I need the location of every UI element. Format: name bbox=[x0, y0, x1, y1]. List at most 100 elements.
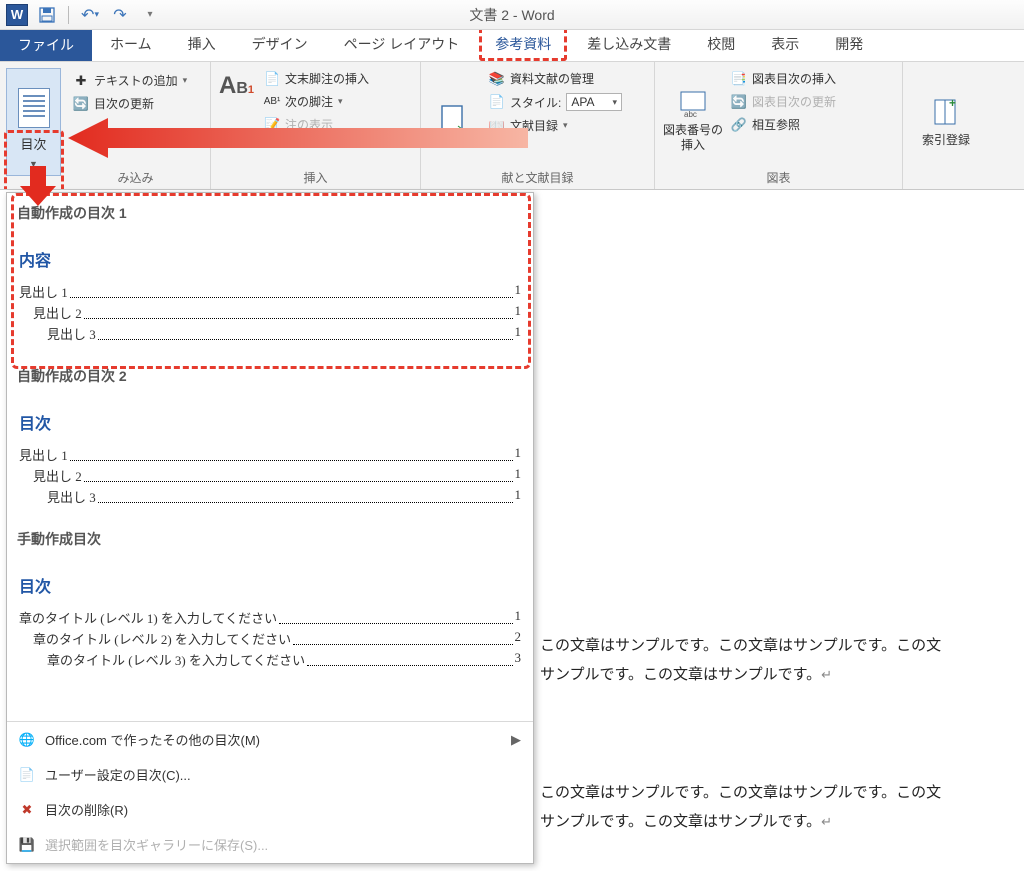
tab-mailmerge[interactable]: 差し込み文書 bbox=[569, 27, 689, 61]
insert-footnote-icon: AB1 bbox=[219, 72, 254, 100]
toc-category-manual: 手動作成目次 bbox=[17, 525, 523, 559]
update-tof-button: 🔄 図表目次の更新 bbox=[727, 91, 840, 112]
menu-save-gallery: 💾 選択範囲を目次ギャラリーに保存(S)... bbox=[7, 827, 533, 862]
toc-auto1-title: 内容 bbox=[19, 237, 521, 281]
remove-icon: ✖ bbox=[19, 802, 35, 818]
insert-caption-label: 図表番号の 挿入 bbox=[663, 123, 723, 152]
undo-button[interactable]: ↶▾ bbox=[79, 4, 101, 26]
toc-manual-title: 目次 bbox=[19, 563, 521, 607]
title-bar: W ↶▾ ↷ ▾ 文書 2 - Word bbox=[0, 0, 1024, 30]
citation-style-select[interactable]: APA ▾ bbox=[566, 93, 622, 111]
add-text-button[interactable]: ✚ テキストの追加 ▾ bbox=[69, 70, 191, 91]
toc-button[interactable]: 目次 ▼ bbox=[6, 68, 61, 176]
chevron-down-icon: ▼ bbox=[29, 159, 38, 169]
document-canvas[interactable]: この文章はサンプルです。この文章はサンプルです。この文 サンプルです。この文章は… bbox=[536, 200, 1024, 871]
manage-sources-icon: 📚 bbox=[489, 71, 505, 87]
word-app-icon: W bbox=[6, 4, 28, 26]
insert-caption-button[interactable]: abc 図表番号の 挿入 bbox=[663, 66, 723, 167]
ribbon: 目次 ▼ ✚ テキストの追加 ▾ 🔄 目次の更新 み込み AB1 bbox=[0, 62, 1024, 190]
toc-line: 見出し 31 bbox=[19, 486, 521, 507]
document-icon: 📄 bbox=[19, 767, 35, 783]
toc-option-auto1[interactable]: 内容 見出し 11見出し 21見出し 31 bbox=[17, 233, 523, 362]
toc-category-auto2: 自動作成の目次 2 bbox=[17, 362, 523, 396]
toc-line: 章のタイトル (レベル 3) を入力してください3 bbox=[19, 649, 521, 670]
quick-access-toolbar: W ↶▾ ↷ ▾ bbox=[0, 4, 161, 26]
toc-line: 見出し 31 bbox=[19, 323, 521, 344]
mark-index-label: 索引登録 bbox=[922, 131, 970, 148]
toc-gallery-panel: 自動作成の目次 1 内容 見出し 11見出し 21見出し 31 自動作成の目次 … bbox=[6, 192, 534, 864]
toc-line: 見出し 11 bbox=[19, 444, 521, 465]
insert-tof-icon: 📑 bbox=[731, 71, 747, 87]
bibliography-icon: 📖 bbox=[489, 118, 505, 134]
cross-ref-label: 相互参照 bbox=[752, 116, 800, 133]
style-label: スタイル: bbox=[510, 94, 561, 111]
update-toc-label: 目次の更新 bbox=[94, 95, 154, 112]
tab-insert[interactable]: 挿入 bbox=[170, 27, 234, 61]
tab-references[interactable]: 参考資料 bbox=[479, 27, 567, 61]
chevron-right-icon: ▶ bbox=[511, 732, 521, 748]
cross-ref-icon: 🔗 bbox=[731, 117, 747, 133]
tab-design[interactable]: デザイン bbox=[234, 27, 326, 61]
mark-index-button[interactable]: + 索引登録 bbox=[911, 66, 981, 170]
endnote-icon: 📄 bbox=[264, 71, 280, 87]
manage-sources-button[interactable]: 📚 資料文献の管理 bbox=[485, 68, 626, 89]
toc-auto2-title: 目次 bbox=[19, 400, 521, 444]
toc-option-manual[interactable]: 目次 章のタイトル (レベル 1) を入力してください1章のタイトル (レベル … bbox=[17, 559, 523, 688]
update-tof-label: 図表目次の更新 bbox=[752, 93, 836, 110]
tab-file[interactable]: ファイル bbox=[0, 29, 92, 61]
insert-endnote-label: 文末脚注の挿入 bbox=[285, 70, 369, 87]
menu-more-office-label: Office.com で作ったその他の目次(M) bbox=[45, 730, 260, 749]
insert-tof-label: 図表目次の挿入 bbox=[752, 70, 836, 87]
menu-custom-toc-label: ユーザー設定の目次(C)... bbox=[45, 765, 191, 784]
svg-text:+: + bbox=[949, 97, 956, 110]
cross-reference-button[interactable]: 🔗 相互参照 bbox=[727, 114, 840, 135]
toc-line: 見出し 21 bbox=[19, 465, 521, 486]
toc-line: 見出し 11 bbox=[19, 281, 521, 302]
doc-paragraph: この文章はサンプルです。この文章はサンプルです。この文 bbox=[536, 779, 1024, 808]
menu-custom-toc[interactable]: 📄 ユーザー設定の目次(C)... bbox=[7, 757, 533, 792]
menu-more-office[interactable]: 🌐 Office.com で作ったその他の目次(M) ▶ bbox=[7, 722, 533, 757]
doc-paragraph: サンプルです。この文章はサンプルです。↵ bbox=[536, 661, 1024, 690]
style-icon: 📄 bbox=[489, 94, 505, 110]
menu-remove-toc-label: 目次の削除(R) bbox=[45, 800, 128, 819]
toc-line: 見出し 21 bbox=[19, 302, 521, 323]
next-footnote-label: 次の脚注 bbox=[285, 93, 333, 110]
next-footnote-button[interactable]: AB¹ 次の脚注 ▾ bbox=[260, 91, 373, 112]
add-text-icon: ✚ bbox=[73, 73, 89, 89]
redo-button[interactable]: ↷ bbox=[109, 4, 131, 26]
caption-icon: abc bbox=[676, 87, 710, 121]
update-toc-button[interactable]: 🔄 目次の更新 bbox=[69, 93, 191, 114]
insert-tof-button[interactable]: 📑 図表目次の挿入 bbox=[727, 68, 840, 89]
save-button[interactable] bbox=[36, 4, 58, 26]
show-notes-button: 📝注の表示 bbox=[260, 114, 373, 135]
group-label-insert: 挿入 bbox=[219, 167, 412, 190]
insert-endnote-button[interactable]: 📄 文末脚注の挿入 bbox=[260, 68, 373, 89]
citation-icon bbox=[437, 103, 471, 137]
next-footnote-icon: AB¹ bbox=[264, 94, 280, 110]
toc-menu: 🌐 Office.com で作ったその他の目次(M) ▶ 📄 ユーザー設定の目次… bbox=[7, 721, 533, 862]
group-label-bib: 献と文献目録 bbox=[429, 167, 646, 190]
manage-sources-label: 資料文献の管理 bbox=[510, 70, 594, 87]
update-icon: 🔄 bbox=[73, 96, 89, 112]
toc-icon bbox=[18, 88, 50, 128]
tab-developer[interactable]: 開発 bbox=[817, 27, 881, 61]
toc-option-auto2[interactable]: 目次 見出し 11見出し 21見出し 31 bbox=[17, 396, 523, 525]
toc-button-label: 目次 bbox=[20, 134, 46, 153]
tab-layout[interactable]: ページ レイアウト bbox=[326, 27, 478, 61]
save-gallery-icon: 💾 bbox=[19, 837, 35, 853]
tab-review[interactable]: 校閲 bbox=[689, 27, 753, 61]
svg-text:abc: abc bbox=[684, 110, 697, 119]
insert-citation-button[interactable] bbox=[429, 66, 479, 167]
qat-customize[interactable]: ▾ bbox=[139, 4, 161, 26]
toc-line: 章のタイトル (レベル 2) を入力してください2 bbox=[19, 628, 521, 649]
mark-index-icon: + bbox=[929, 95, 963, 129]
group-label-captions: 図表 bbox=[663, 167, 894, 190]
tab-view[interactable]: 表示 bbox=[753, 27, 817, 61]
bibliography-button[interactable]: 📖 文献目録 ▾ bbox=[485, 115, 626, 136]
citation-style-row: 📄 スタイル: APA ▾ bbox=[485, 91, 626, 113]
tab-home[interactable]: ホーム bbox=[92, 27, 170, 61]
doc-paragraph: サンプルです。この文章はサンプルです。↵ bbox=[536, 808, 1024, 837]
menu-remove-toc[interactable]: ✖ 目次の削除(R) bbox=[7, 792, 533, 827]
globe-icon: 🌐 bbox=[19, 732, 35, 748]
doc-paragraph: この文章はサンプルです。この文章はサンプルです。この文 bbox=[536, 632, 1024, 661]
